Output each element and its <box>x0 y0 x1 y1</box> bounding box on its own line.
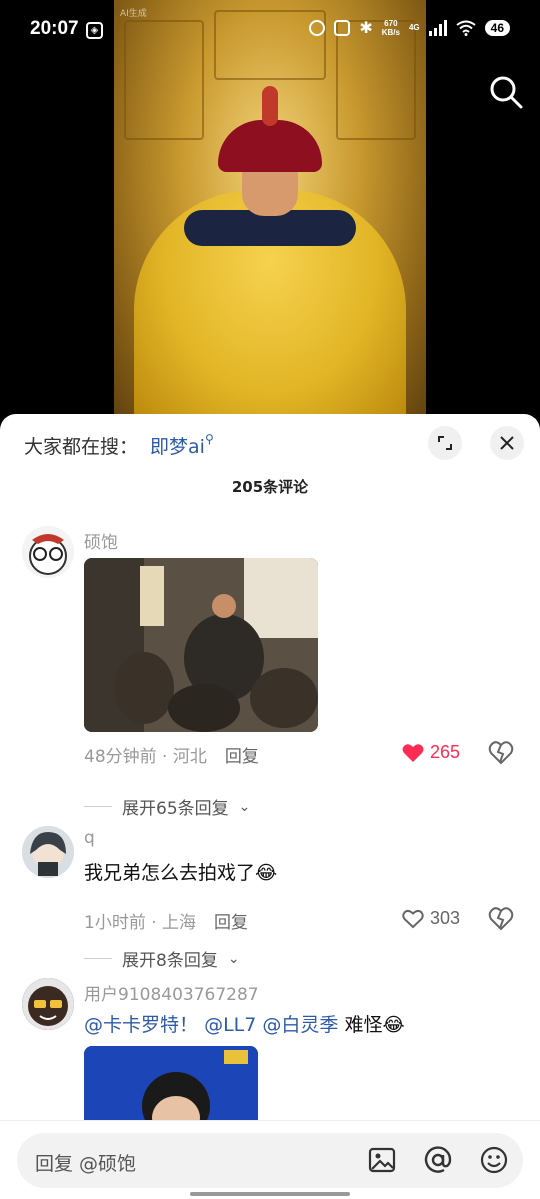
reply-placeholder: 回复 @硕饱 <box>35 1153 137 1175</box>
expand-replies-label: 展开8条回复 <box>122 951 218 971</box>
comment-image[interactable] <box>84 558 318 732</box>
wifi-icon <box>456 20 476 36</box>
emperor-hat <box>218 120 322 172</box>
close-sheet-button[interactable] <box>490 426 524 460</box>
avatar[interactable] <box>22 526 74 578</box>
expand-replies-button[interactable]: 展开8条回复 ⌄ <box>84 946 240 971</box>
comment-image[interactable] <box>84 1046 258 1126</box>
alarm-icon <box>309 19 326 36</box>
status-time: 20:07 <box>30 18 79 39</box>
expand-replies-label: 展开65条回复 <box>122 799 229 819</box>
dislike-heart-icon[interactable] <box>488 740 514 766</box>
comment-time: 1小时前 · 上海 <box>84 913 197 933</box>
status-bar: 20:07 ◈ AI生成 ✱ 670 KB/s 4G 46 <box>0 0 540 60</box>
search-icon[interactable] <box>488 74 524 110</box>
reply-button[interactable]: 回复 <box>214 908 248 933</box>
comment-time: 48分钟前 · 河北 <box>84 747 207 767</box>
mention-link[interactable]: @卡卡罗特！ <box>84 1014 198 1036</box>
ai-generated-label: AI生成 <box>120 9 147 19</box>
hat-knob <box>262 86 278 126</box>
status-icons: ✱ 670 KB/s 4G 46 <box>309 18 510 37</box>
comment-meta: 1小时前 · 上海 回复 <box>84 908 248 933</box>
network-speed: 670 KB/s <box>381 18 400 37</box>
expand-icon <box>438 436 452 450</box>
reply-input-bar: 回复 @硕饱 <box>0 1120 540 1199</box>
reply-button[interactable]: 回复 <box>225 742 259 767</box>
chevron-down-icon: ⌄ <box>227 950 240 967</box>
emoji-icon[interactable] <box>479 1145 509 1175</box>
laughing-crying-emoji-icon: 😂 <box>255 862 278 884</box>
app-notification-icon: ◈ <box>86 22 103 39</box>
battery-indicator: 46 <box>484 19 510 36</box>
bluetooth-icon: ✱ <box>359 18 373 37</box>
mention-icon[interactable] <box>423 1145 453 1175</box>
comment-text: @卡卡罗特！ @LL7 @白灵季 难怪😂 <box>84 1014 405 1036</box>
close-icon <box>500 436 514 450</box>
mute-icon <box>334 19 351 36</box>
search-mini-icon: ⚲ <box>204 432 214 446</box>
reply-input[interactable]: 回复 @硕饱 <box>17 1133 523 1188</box>
sheet-header: 大家都在搜： 即梦ai⚲ <box>0 414 540 474</box>
comment-username[interactable]: 用户9108403767287 <box>84 980 259 1005</box>
video-frame <box>114 0 426 430</box>
heart-filled-icon <box>402 743 424 762</box>
comment-sheet: 大家都在搜： 即梦ai⚲ 205条评论 硕饱 48分钟前 · 河北 回复 265… <box>0 414 540 1199</box>
dislike-heart-icon[interactable] <box>488 906 514 932</box>
avatar[interactable] <box>22 826 74 878</box>
mention-link[interactable]: @白灵季 <box>262 1014 338 1036</box>
image-icon[interactable] <box>367 1145 397 1175</box>
trending-search-link[interactable]: 即梦ai⚲ <box>150 432 214 459</box>
like-button[interactable]: 265 <box>402 742 460 763</box>
like-button[interactable]: 303 <box>402 908 460 929</box>
comment-meta: 48分钟前 · 河北 回复 <box>84 742 259 767</box>
chevron-down-icon: ⌄ <box>238 798 251 815</box>
video-player[interactable] <box>0 0 540 430</box>
like-count: 265 <box>430 742 461 762</box>
mention-link[interactable]: @LL7 <box>204 1014 256 1036</box>
signal-icon <box>428 19 447 36</box>
laughing-crying-emoji-icon: 😂 <box>382 1014 405 1036</box>
avatar[interactable] <box>22 978 74 1030</box>
expand-sheet-button[interactable] <box>428 426 462 460</box>
like-count: 303 <box>430 908 461 928</box>
expand-replies-button[interactable]: 展开65条回复 ⌄ <box>84 794 250 819</box>
comment-count: 205条评论 <box>231 478 309 496</box>
heart-outline-icon <box>402 909 424 928</box>
trending-search-label: 大家都在搜： <box>24 436 139 458</box>
home-indicator[interactable] <box>190 1192 350 1196</box>
comment-username[interactable]: q <box>84 828 95 848</box>
comment-text: 我兄弟怎么去拍戏了😂 <box>84 862 278 884</box>
network-type: 4G <box>408 23 420 32</box>
comment-username[interactable]: 硕饱 <box>84 528 118 553</box>
